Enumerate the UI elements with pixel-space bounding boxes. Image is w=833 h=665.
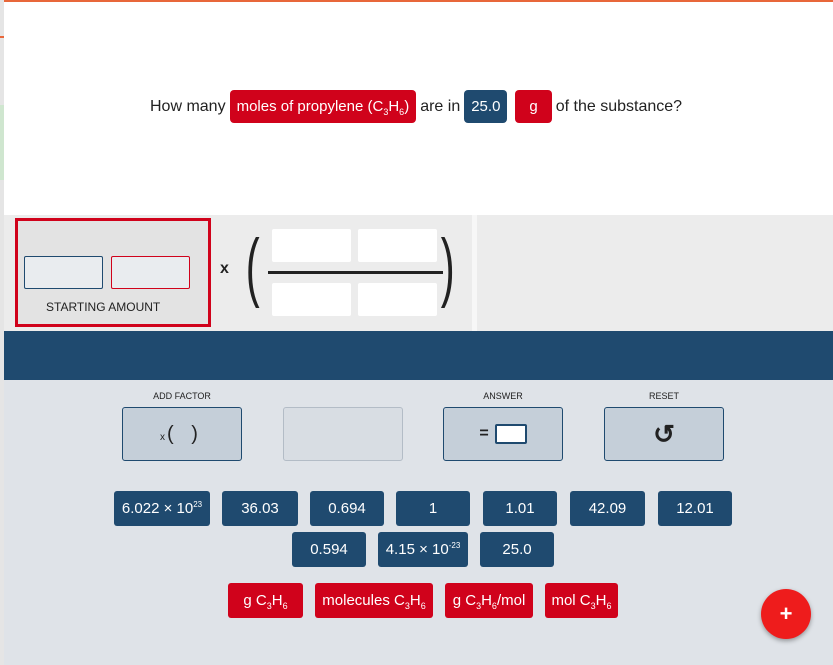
tile-avogadro[interactable]: 6.022 × 10 23 [114, 491, 210, 526]
left-paren: ( [245, 224, 260, 309]
starting-value-slot[interactable] [24, 256, 103, 289]
denominator-value-slot[interactable] [272, 283, 351, 316]
workspace-band [4, 331, 833, 380]
reset-label: RESET [648, 391, 679, 401]
tile-1[interactable]: 1 [396, 491, 470, 526]
tile-1-01[interactable]: 1.01 [483, 491, 557, 526]
tile-0-694[interactable]: 0.694 [310, 491, 384, 526]
tile-36-03[interactable]: 36.03 [222, 491, 298, 526]
denominator-unit-slot[interactable] [358, 283, 437, 316]
add-factor-label: ADD FACTOR [153, 391, 211, 401]
workspace-divider [472, 215, 477, 331]
add-factor-icon: x( ) [160, 422, 204, 445]
question-suffix: of the substance? [555, 97, 683, 115]
tile-25-0[interactable]: 25.0 [480, 532, 554, 567]
equals-sign: = [479, 425, 489, 442]
tile-unit-grams-per-mol[interactable]: g C 3 H 6/mol [445, 583, 533, 618]
starting-amount-label: STARTING AMOUNT [46, 300, 161, 314]
multiply-symbol: x [220, 260, 229, 277]
dimensional-analysis-workspace: STARTING AMOUNT x ( ) [4, 215, 833, 331]
tile-42-09[interactable]: 42.09 [570, 491, 645, 526]
left-edge-marker [0, 36, 4, 38]
reset-button[interactable]: ↺ [604, 407, 724, 461]
answer-label: ANSWER [483, 391, 523, 401]
numerator-value-slot[interactable] [272, 229, 351, 262]
tile-4-15e-23[interactable]: 4.15 × 10 -23 [378, 532, 468, 567]
left-edge-highlight [0, 105, 4, 180]
answer-button[interactable]: = [443, 407, 563, 461]
right-paren: ) [440, 224, 455, 309]
question-prompt: How many moles of propylene (C 3 H 6) are i… [150, 90, 682, 123]
answer-box-icon [494, 424, 527, 444]
question-prefix: How many [150, 97, 226, 115]
given-value-chip: 25.0 [464, 90, 508, 123]
tile-0-594[interactable]: 0.594 [292, 532, 366, 567]
plus-icon: + [779, 601, 793, 626]
numerator-unit-slot[interactable] [358, 229, 437, 262]
tile-unit-grams[interactable]: g C3H6 [228, 583, 303, 618]
starting-amount-box[interactable]: STARTING AMOUNT [15, 218, 211, 327]
tile-12-01[interactable]: 12.01 [658, 491, 732, 526]
fraction-line [268, 271, 443, 274]
add-factor-button[interactable]: x( ) [122, 407, 242, 461]
tile-unit-moles[interactable]: mol C3H6 [545, 583, 618, 618]
target-unit-chip: moles of propylene (C 3 H 6) [229, 90, 417, 123]
top-accent-line [0, 0, 833, 2]
blank-control-slot [283, 407, 403, 461]
tile-unit-molecules[interactable]: molecules C3H6 [315, 583, 433, 618]
add-fab-button[interactable]: + [761, 589, 811, 639]
given-unit-chip: g [515, 90, 552, 123]
undo-icon: ↺ [653, 418, 675, 449]
question-connector: are in [420, 97, 461, 115]
starting-unit-slot[interactable] [111, 256, 190, 289]
